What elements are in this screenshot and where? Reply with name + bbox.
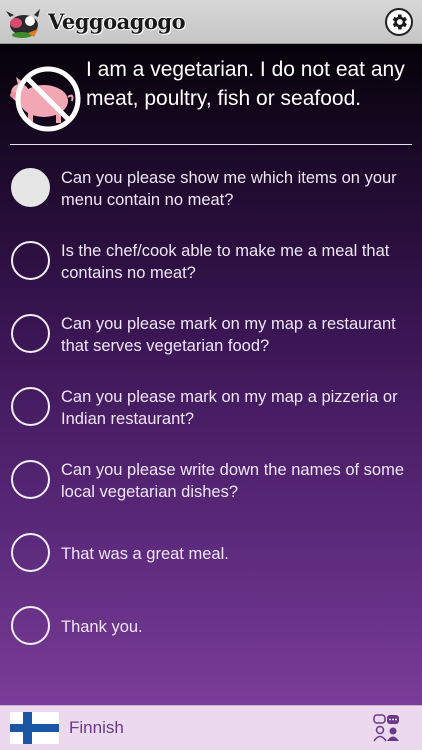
chat-people-icon[interactable] — [372, 713, 402, 743]
question-radio[interactable] — [11, 168, 50, 207]
question-radio[interactable] — [11, 460, 50, 499]
question-text: That was a great meal. — [61, 545, 229, 563]
top-bar: Veggoagogo — [0, 0, 422, 44]
settings-button[interactable] — [385, 8, 413, 36]
logo-cow-icon — [6, 9, 40, 38]
question-radio[interactable] — [11, 533, 50, 572]
question-item-4[interactable]: Can you please mark on my map a pizzeria… — [0, 370, 422, 436]
bottom-bar: Finnish — [0, 705, 422, 750]
no-pig-icon — [6, 63, 82, 133]
question-radio[interactable] — [11, 241, 50, 280]
question-item-6[interactable]: That was a great meal. — [0, 516, 422, 582]
question-item-3[interactable]: Can you please mark on my map a restaura… — [0, 297, 422, 363]
question-text: Can you please write down the names of s… — [61, 461, 405, 501]
app-title: Veggoagogo — [48, 9, 186, 34]
app-logo: Veggoagogo — [4, 3, 186, 41]
gear-icon — [392, 14, 407, 30]
divider — [10, 144, 412, 145]
question-radio[interactable] — [11, 606, 50, 645]
dietary-statement: I am a vegetarian. I do not eat any meat… — [86, 58, 405, 110]
question-text: Can you please mark on my map a pizzeria… — [61, 388, 398, 428]
dietary-header: I am a vegetarian. I do not eat any meat… — [0, 45, 422, 145]
question-item-2[interactable]: Is the chef/cook able to make me a meal … — [0, 224, 422, 290]
question-text: Is the chef/cook able to make me a meal … — [61, 242, 390, 282]
finland-flag-icon[interactable] — [10, 712, 59, 744]
question-text: Can you please show me which items on yo… — [61, 169, 397, 209]
question-item-7[interactable]: Thank you. — [0, 589, 422, 655]
question-text: Thank you. — [61, 618, 143, 636]
question-item-5[interactable]: Can you please write down the names of s… — [0, 443, 422, 509]
language-label[interactable]: Finnish — [69, 718, 124, 738]
question-radio[interactable] — [11, 314, 50, 353]
main-content: I am a vegetarian. I do not eat any meat… — [0, 45, 422, 705]
question-item-1[interactable]: Can you please show me which items on yo… — [0, 151, 422, 217]
question-radio[interactable] — [11, 387, 50, 426]
question-text: Can you please mark on my map a restaura… — [61, 315, 396, 355]
